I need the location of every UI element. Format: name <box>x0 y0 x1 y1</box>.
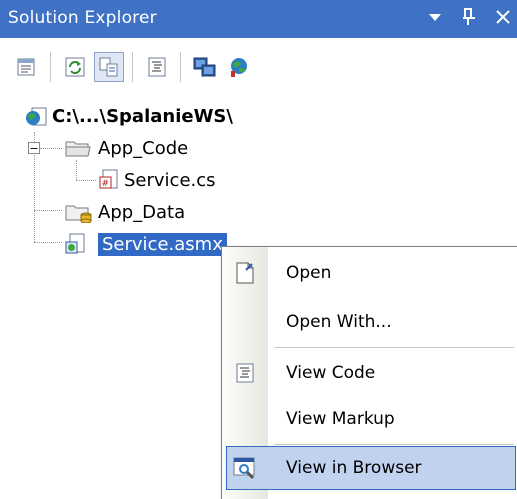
website-project-icon <box>24 104 52 128</box>
tree-connector <box>76 180 96 181</box>
menu-item-open[interactable]: Open <box>222 251 517 295</box>
menu-separator <box>274 347 514 348</box>
open-file-icon <box>232 260 258 286</box>
tree-item-service-asmx[interactable]: Service.asmx <box>64 230 227 258</box>
toolbar-separator <box>50 52 51 82</box>
tree-item-label: Service.asmx <box>98 232 227 256</box>
menu-item-view-in-browser[interactable]: View in Browser <box>226 446 516 490</box>
folder-icon <box>64 136 98 160</box>
copy-website-icon[interactable] <box>190 52 220 82</box>
tree-connector <box>76 160 77 180</box>
tree-root[interactable]: C:\...\SpalanieWS\ <box>24 102 233 130</box>
tree-item-service-cs[interactable]: # Service.cs <box>98 166 216 194</box>
properties-icon[interactable] <box>12 52 42 82</box>
toolbar-separator <box>180 52 181 82</box>
dropdown-icon[interactable] <box>425 6 445 28</box>
toolbar-separator <box>132 52 133 82</box>
tree-item-app-data[interactable]: App_Data <box>64 198 185 226</box>
tree-item-label: App_Data <box>98 201 186 223</box>
data-folder-icon <box>64 200 98 224</box>
svg-text:#: # <box>102 179 110 189</box>
collapse-toggle[interactable]: − <box>28 142 40 154</box>
tree-item-label: Service.cs <box>124 169 216 191</box>
browser-icon <box>233 455 259 481</box>
nest-related-files-icon[interactable] <box>94 52 124 82</box>
cs-file-icon: # <box>98 168 124 192</box>
refresh-icon[interactable] <box>60 52 90 82</box>
menu-separator <box>274 444 514 445</box>
view-code-icon <box>232 360 258 386</box>
pin-icon[interactable] <box>459 6 479 28</box>
panel-title: Solution Explorer <box>8 8 157 28</box>
view-code-icon[interactable] <box>142 52 172 82</box>
tree-connector <box>34 242 62 243</box>
context-menu: Open Open With... View Code View Markup <box>221 246 517 499</box>
tree-item-app-code[interactable]: App_Code <box>64 134 188 162</box>
root-path-label: C:\...\SpalanieWS\ <box>52 105 233 127</box>
asp-net-configuration-icon[interactable] <box>224 52 254 82</box>
tree-connector <box>34 210 62 211</box>
menu-item-view-markup[interactable]: View Markup <box>222 397 517 441</box>
menu-item-label: Open With... <box>286 312 392 332</box>
close-icon[interactable] <box>493 6 513 28</box>
asmx-file-icon <box>64 232 98 256</box>
menu-item-label: Open <box>286 263 332 283</box>
menu-item-label: View in Browser <box>286 458 422 478</box>
tree-item-label: App_Code <box>98 137 189 159</box>
solution-explorer-titlebar: Solution Explorer <box>0 0 517 38</box>
menu-item-open-with[interactable]: Open With... <box>222 300 517 344</box>
solution-explorer-toolbar <box>0 38 517 98</box>
menu-item-view-code[interactable]: View Code <box>222 351 517 395</box>
tree-connector <box>40 148 62 149</box>
menu-item-label: View Markup <box>286 409 395 429</box>
title-controls <box>425 6 513 28</box>
menu-item-label: View Code <box>286 363 376 383</box>
